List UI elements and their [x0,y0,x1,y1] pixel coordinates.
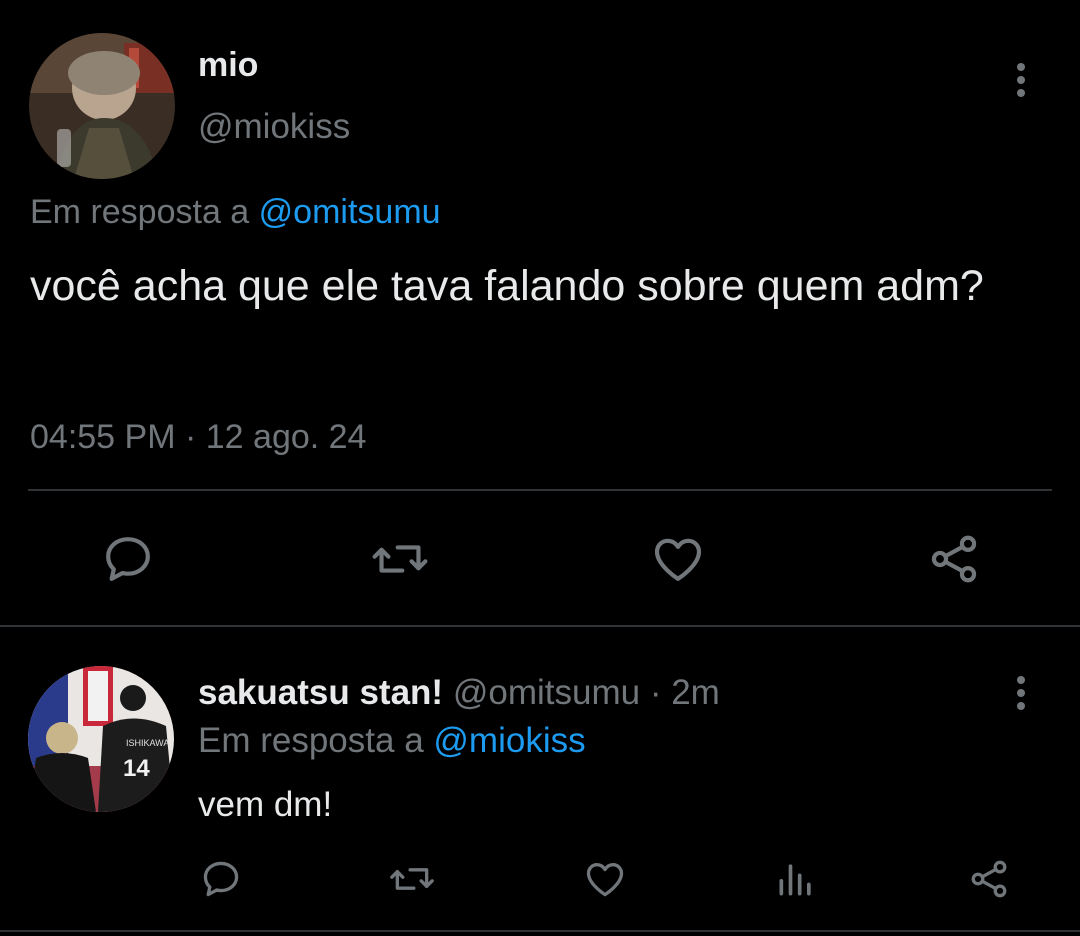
divider [28,489,1052,491]
comment-icon[interactable] [100,531,156,587]
like-icon[interactable] [649,531,707,587]
main-handle[interactable]: @miokiss [198,107,350,147]
tweet-date: 12 ago. 24 [205,418,367,456]
more-options-icon[interactable] [1008,60,1034,100]
views-icon[interactable] [774,857,818,901]
avatar-mio[interactable] [29,33,175,179]
reply-display-name[interactable]: sakuatsu stan! [198,673,443,712]
reply-prefix: Em resposta a [30,193,250,231]
reply-target-link[interactable]: @omitsumu [259,193,441,231]
tweet-time: 04:55 PM [30,418,176,456]
reply-time-ago[interactable]: 2m [671,673,720,712]
like-icon[interactable] [582,857,628,901]
share-icon[interactable] [925,531,983,587]
comment-icon[interactable] [199,857,243,901]
reply-handle[interactable]: @omitsumu [453,673,640,712]
reply-target-link[interactable]: @miokiss [433,721,585,760]
more-options-icon[interactable] [1008,673,1034,713]
main-tweet-timestamp[interactable]: 04:55 PM · 12 ago. 24 [30,418,366,457]
reply-reply-context: Em resposta a @miokiss [198,721,586,761]
meta-separator: · [184,418,197,456]
share-icon[interactable] [966,857,1012,901]
reply-header: sakuatsu stan! @omitsumu · 2m [198,673,720,713]
jersey-name: ISHIKAWA [126,738,169,748]
divider [0,930,1080,932]
retweet-icon[interactable] [388,857,436,901]
reply-prefix: Em resposta a [198,721,424,760]
reply-tweet-text: vem dm! [198,785,333,824]
divider [0,625,1080,627]
avatar-sakuatsu-stan[interactable]: ISHIKAWA 14 [28,666,174,812]
main-display-name[interactable]: mio [198,46,258,85]
retweet-icon[interactable] [370,531,430,587]
jersey-number: 14 [123,755,150,782]
meta-separator: · [649,673,662,712]
main-reply-context: Em resposta a @omitsumu [30,193,441,232]
main-tweet-text: você acha que ele tava falando sobre que… [30,262,984,310]
